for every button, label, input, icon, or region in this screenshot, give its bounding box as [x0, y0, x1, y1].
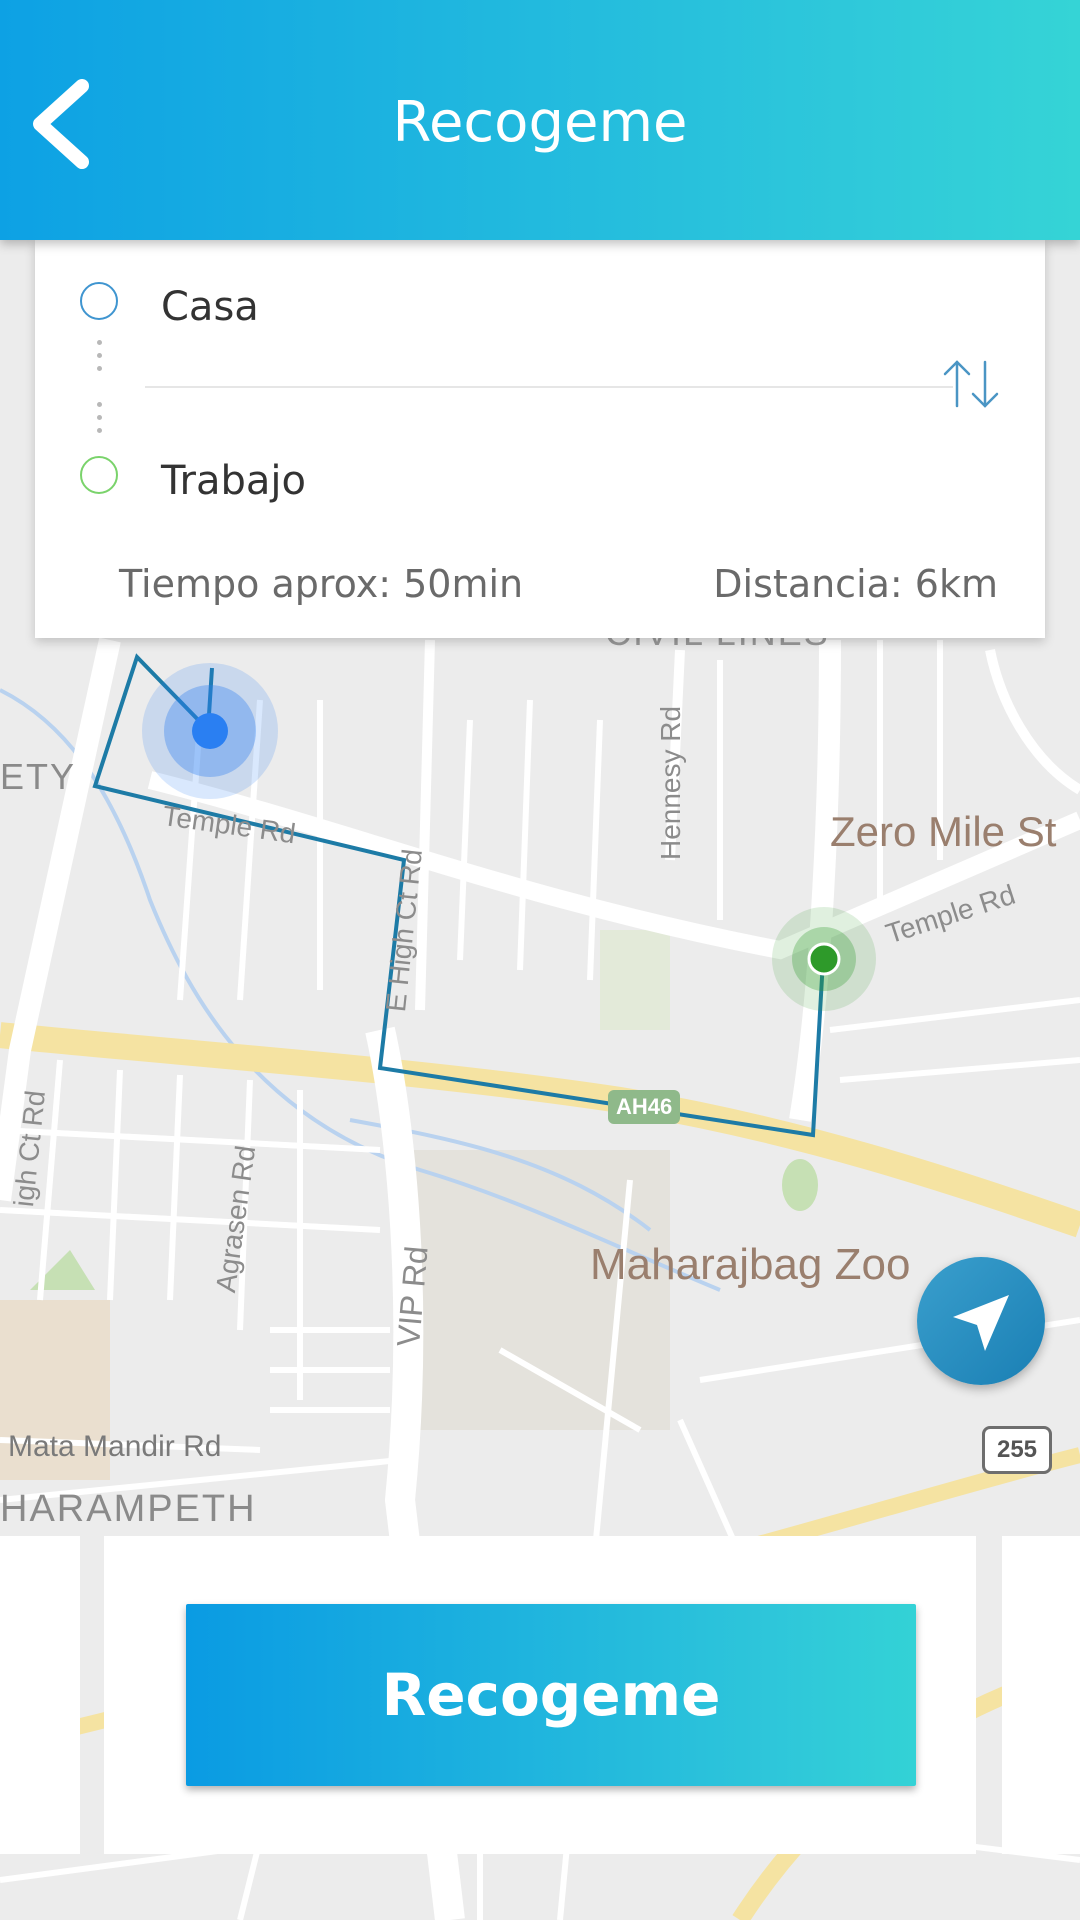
app-header: Recogeme [0, 0, 1080, 240]
page-title: Recogeme [392, 90, 688, 155]
destination-marker [807, 942, 841, 976]
carousel-card-next[interactable] [1002, 1536, 1080, 1854]
carousel-card-prev[interactable] [0, 1536, 80, 1854]
swap-button[interactable] [937, 356, 1007, 412]
dotted-connector-icon [97, 402, 103, 441]
highway-shield-255: 255 [982, 1426, 1052, 1474]
destination-circle-icon [80, 456, 118, 494]
origin-field[interactable]: Casa [161, 284, 259, 330]
map-label-zoo: Maharajbag Zoo [590, 1240, 911, 1289]
dotted-connector-icon [97, 340, 103, 379]
pickup-button[interactable]: Recogeme [186, 1604, 916, 1786]
map-label-hennesy-rd: Hennesy Rd [655, 705, 686, 860]
origin-circle-icon [80, 282, 118, 320]
map-label-zero-mile: Zero Mile St [830, 808, 1057, 855]
highway-shield-ah: AH46 [608, 1090, 681, 1124]
map-label-mata-mandir: Mata Mandir Rd [8, 1430, 222, 1463]
estimated-time: Tiempo aprox: 50min [119, 562, 524, 606]
destination-field[interactable]: Trabajo [161, 458, 306, 504]
locate-me-button[interactable] [917, 1257, 1045, 1385]
map-label-harampeth: HARAMPETH [0, 1488, 257, 1530]
carousel-card-current: Recogeme [104, 1536, 976, 1854]
divider [145, 386, 953, 388]
navigation-arrow-icon [953, 1295, 1009, 1351]
pickup-button-label: Recogeme [381, 1661, 721, 1729]
origin-marker [192, 713, 228, 749]
distance: Distancia: 6km [713, 562, 998, 606]
map-label-ety: ETY [0, 756, 77, 797]
route-card: Casa Trabajo Tiempo aprox: 50min Distanc… [35, 240, 1045, 638]
swap-vertical-icon [943, 360, 999, 408]
